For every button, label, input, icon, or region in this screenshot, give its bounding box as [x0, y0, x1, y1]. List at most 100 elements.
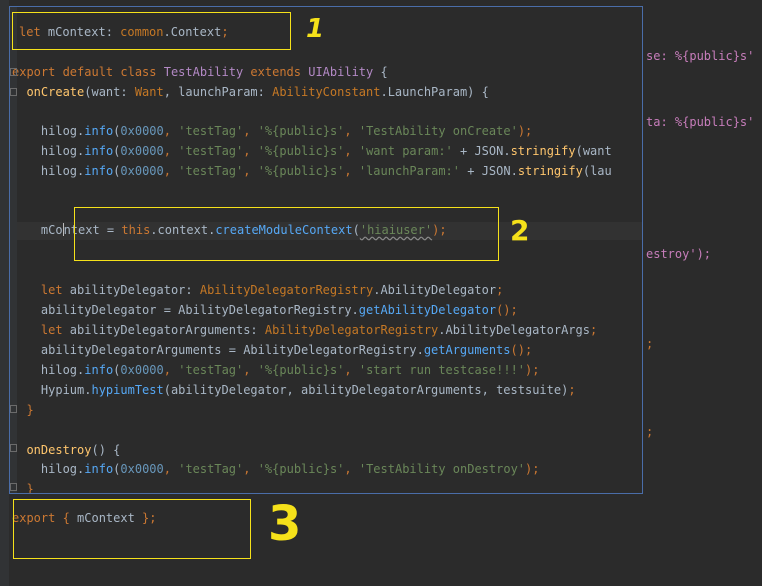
annotation-label-1: 1 [306, 14, 325, 44]
code-token: '%{public}s' [257, 363, 345, 377]
code-token: getArguments [423, 343, 511, 357]
code-token: , launchParam: [163, 85, 273, 99]
code-token: , [163, 462, 179, 476]
code-token: hilog [12, 144, 78, 158]
code-token: { [380, 65, 388, 79]
code-token: ; [589, 323, 598, 337]
code-token: Hypium. [12, 383, 92, 397]
code-token: info [84, 144, 114, 158]
code-token: let [12, 283, 70, 297]
code-token: ); [525, 363, 540, 377]
annotation-box-3 [13, 499, 251, 559]
code-token: onDestroy [12, 443, 92, 457]
editor-gutter [0, 0, 9, 586]
code-token: 0x0000 [120, 124, 164, 138]
code-line[interactable]: onCreate(want: Want, launchParam: Abilit… [12, 84, 489, 100]
background-code-fragment: ta: %{public}s' [646, 114, 754, 130]
code-token: 'testTag' [178, 462, 244, 476]
code-token: 0x0000 [120, 164, 164, 178]
code-line[interactable]: abilityDelegator = AbilityDelegatorRegis… [12, 302, 518, 318]
code-token: info [84, 164, 114, 178]
code-token: , [344, 462, 359, 476]
code-token: '%{public}s' [257, 124, 345, 138]
fold-marker-icon[interactable] [10, 88, 17, 96]
code-token: , [243, 462, 258, 476]
code-token: let [12, 323, 70, 337]
code-token: , [243, 164, 258, 178]
fold-marker-icon[interactable] [10, 483, 17, 491]
code-token: abilityDelegator = AbilityDelegatorRegis… [12, 303, 359, 317]
code-token: , [344, 144, 359, 158]
code-token: , [163, 363, 179, 377]
code-token: 0x0000 [120, 144, 164, 158]
code-line[interactable]: let abilityDelegator: AbilityDelegatorRe… [12, 282, 503, 298]
code-token: ; [568, 383, 576, 397]
code-token: , [163, 124, 179, 138]
code-token: 'TestAbility onDestroy' [358, 462, 526, 476]
code-line[interactable]: hilog.info(0x0000, 'testTag', '%{public}… [12, 461, 540, 477]
code-token: abilityDelegatorArguments: [69, 323, 265, 337]
code-token: TestAbility [163, 65, 251, 79]
code-token: abilityDelegatorArguments = AbilityDeleg… [12, 343, 424, 357]
code-token: getAbilityDelegator [358, 303, 497, 317]
code-token: '%{public}s' [257, 164, 345, 178]
code-token: estroy'); [646, 247, 712, 261]
code-token: info [84, 363, 114, 377]
code-token: , [163, 144, 179, 158]
code-token: hilog [12, 164, 78, 178]
code-token: hypiumTest [91, 383, 164, 397]
code-token: 'testTag' [178, 124, 244, 138]
code-token: .AbilityDelegator [373, 283, 497, 297]
code-line[interactable]: export default class TestAbility extends… [12, 64, 388, 80]
code-token: 'testTag' [178, 164, 244, 178]
annotation-box-2 [74, 207, 499, 261]
code-token: (want: [84, 85, 135, 99]
code-line[interactable]: onDestroy() { [12, 442, 120, 458]
annotation-label-2: 2 [510, 214, 530, 247]
annotation-label-3: 3 [268, 496, 302, 552]
code-token: hilog [12, 462, 78, 476]
code-token: '%{public}s' [257, 462, 345, 476]
code-token: , [344, 124, 359, 138]
code-line[interactable]: Hypium.hypiumTest(abilityDelegator, abil… [12, 382, 576, 398]
code-line[interactable]: hilog.info(0x0000, 'testTag', '%{public}… [12, 163, 612, 179]
code-token: 'launchParam:' [358, 164, 461, 178]
code-token: abilityDelegator: [69, 283, 200, 297]
code-line[interactable]: hilog.info(0x0000, 'testTag', '%{public}… [12, 362, 540, 378]
code-token: .LaunchParam) { [380, 85, 489, 99]
code-token: info [84, 124, 114, 138]
code-token: , [344, 164, 359, 178]
code-token: hilog [12, 124, 78, 138]
code-token: ; [496, 283, 504, 297]
code-token: .AbilityDelegatorArgs [438, 323, 590, 337]
code-token: (); [496, 303, 518, 317]
code-token: , [243, 124, 258, 138]
code-token: mCo [12, 223, 63, 237]
background-code-fragment: ; [646, 336, 653, 352]
code-line[interactable]: hilog.info(0x0000, 'testTag', '%{public}… [12, 143, 612, 159]
code-token: ; [646, 337, 654, 351]
code-line[interactable]: let abilityDelegatorArguments: AbilityDe… [12, 322, 597, 338]
fold-marker-icon[interactable] [10, 405, 17, 413]
code-token: () { [91, 443, 121, 457]
code-token: AbilityDelegatorRegistry [199, 283, 374, 297]
code-line[interactable]: abilityDelegatorArguments = AbilityDeleg… [12, 342, 532, 358]
code-token: ); [525, 462, 540, 476]
code-token: stringify [517, 164, 583, 178]
background-code-fragment: ; [646, 424, 653, 440]
code-token: Want [134, 85, 164, 99]
code-token: (lau [582, 164, 612, 178]
background-code-fragment: estroy'); [646, 246, 711, 262]
code-token: , [163, 164, 179, 178]
fold-marker-icon[interactable] [10, 444, 17, 452]
code-token: 'TestAbility onCreate' [358, 124, 518, 138]
code-token: AbilityDelegatorRegistry [264, 323, 439, 337]
code-token: 'testTag' [178, 363, 244, 377]
code-token: ); [517, 124, 533, 138]
code-token: onCreate [12, 85, 85, 99]
code-token: , [344, 363, 359, 377]
code-token: ta: %{public}s' [646, 115, 755, 129]
fold-marker-icon[interactable] [10, 68, 17, 76]
code-line[interactable]: hilog.info(0x0000, 'testTag', '%{public}… [12, 123, 532, 139]
code-token: ; [646, 425, 654, 439]
